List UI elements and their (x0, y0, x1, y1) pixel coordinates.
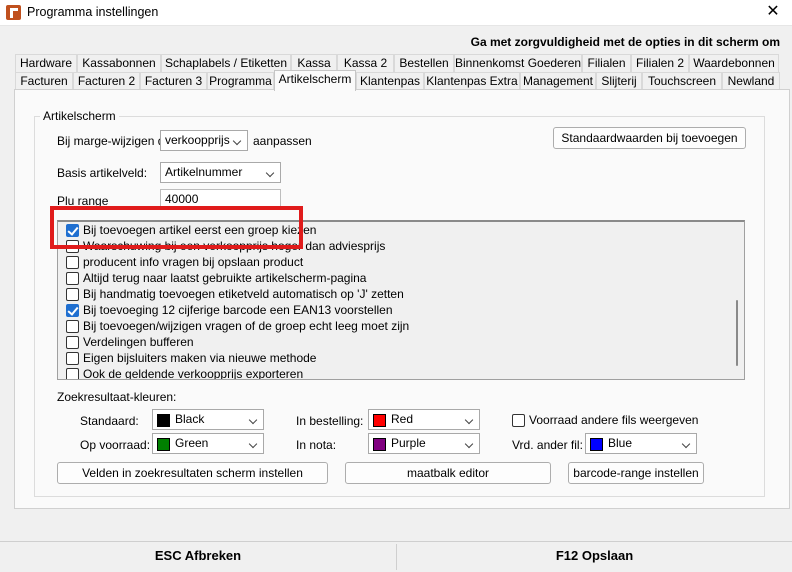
tab-filialen-2[interactable]: Filialen 2 (631, 54, 689, 72)
maatbalk-button[interactable]: maatbalk editor (345, 462, 551, 484)
tab-touchscreen[interactable]: Touchscreen (642, 72, 722, 90)
standaard-color-select[interactable]: Black (152, 409, 264, 430)
checkbox[interactable] (66, 320, 79, 333)
checkbox-checked[interactable] (66, 304, 79, 317)
tab-kassabonnen[interactable]: Kassabonnen (77, 54, 161, 72)
app-icon (6, 5, 21, 20)
nota-color-select[interactable]: Purple (368, 433, 480, 454)
title-bar: Programma instellingen ✕ (0, 0, 792, 26)
tab-facturen-2[interactable]: Facturen 2 (73, 72, 140, 90)
checkbox[interactable] (512, 414, 525, 427)
marge-select[interactable]: verkoopprijs (160, 130, 248, 151)
checkbox[interactable] (66, 352, 79, 365)
color-swatch (373, 414, 386, 427)
standaard-label: Standaard: (80, 414, 139, 428)
warning-hint: Ga met zorgvuldigheid met de opties in d… (470, 35, 780, 49)
option-item[interactable]: producent info vragen bij opslaan produc… (66, 255, 726, 271)
tab-klantenpas-extra[interactable]: Klantenpas Extra (424, 72, 520, 90)
chevron-down-icon (234, 138, 242, 143)
voorraad-color-select[interactable]: Green (152, 433, 264, 454)
tab-newland[interactable]: Newland (722, 72, 780, 90)
option-item[interactable]: Ook de geldende verkoopprijs exporteren (66, 367, 726, 379)
footer-bar: ESC Afbreken F12 Opslaan (0, 541, 792, 572)
option-item[interactable]: Bij toevoegen/wijzigen vragen of de groe… (66, 319, 726, 335)
nota-label: In nota: (296, 438, 337, 452)
tab-hardware[interactable]: Hardware (15, 54, 77, 72)
group-title: Artikelscherm (40, 109, 119, 123)
marge-label: Bij marge-wijzigen de (57, 134, 172, 148)
option-item[interactable]: Eigen bijsluiters maken via nieuwe metho… (66, 351, 726, 367)
tab-programma[interactable]: Programma (207, 72, 274, 90)
tab-schaplabels[interactable]: Schaplabels / Etiketten (161, 54, 291, 72)
tab-management[interactable]: Management (520, 72, 596, 90)
esc-cancel-button[interactable]: ESC Afbreken (0, 542, 396, 572)
marge-select-value: verkoopprijs (165, 133, 230, 147)
tab-artikelscherm[interactable]: Artikelscherm (274, 70, 356, 91)
window-title: Programma instellingen (27, 5, 159, 19)
color-swatch (373, 438, 386, 451)
barcode-range-button[interactable]: barcode-range instellen (568, 462, 704, 484)
tab-waardebonnen[interactable]: Waardebonnen (689, 54, 779, 72)
andere-fils-option[interactable]: Voorraad andere fils weergeven (512, 413, 712, 429)
defaults-button[interactable]: Standaardwaarden bij toevoegen (553, 127, 746, 149)
checkbox[interactable] (66, 336, 79, 349)
vrd-color-select[interactable]: Blue (585, 433, 697, 454)
basis-select[interactable]: Artikelnummer (160, 162, 281, 183)
chevron-down-icon (466, 441, 474, 446)
tab-binnenkomst-goederen[interactable]: Binnenkomst Goederen (454, 54, 582, 72)
velden-button[interactable]: Velden in zoekresultaten scherm instelle… (57, 462, 328, 484)
color-swatch (590, 438, 603, 451)
tab-slijterij[interactable]: Slijterij (596, 72, 642, 90)
option-item[interactable]: Bij toevoeging 12 cijferige barcode een … (66, 303, 726, 319)
vrd-label: Vrd. ander fil: (512, 438, 583, 452)
checkbox[interactable] (66, 288, 79, 301)
checkbox[interactable] (66, 272, 79, 285)
option-item[interactable]: Verdelingen bufferen (66, 335, 726, 351)
tab-klantenpas[interactable]: Klantenpas (356, 72, 424, 90)
option-item[interactable]: Altijd terug naar laatst gebruikte artik… (66, 271, 726, 287)
color-swatch (157, 438, 170, 451)
tab-bestellen[interactable]: Bestellen (394, 54, 454, 72)
basis-select-value: Artikelnummer (165, 165, 243, 179)
chevron-down-icon (466, 417, 474, 422)
voorraad-label: Op voorraad: (80, 438, 151, 452)
checkbox[interactable] (66, 256, 79, 269)
color-swatch (157, 414, 170, 427)
f12-save-button[interactable]: F12 Opslaan (397, 542, 792, 572)
close-icon[interactable]: ✕ (762, 2, 784, 22)
chevron-down-icon (683, 441, 691, 446)
tab-facturen-3[interactable]: Facturen 3 (140, 72, 207, 90)
chevron-down-icon (267, 170, 275, 175)
chevron-down-icon (250, 441, 258, 446)
highlight-box (50, 206, 303, 249)
bestelling-color-select[interactable]: Red (368, 409, 480, 430)
chevron-down-icon (250, 417, 258, 422)
option-item[interactable]: Bij handmatig toevoegen etiketveld autom… (66, 287, 726, 303)
colors-title: Zoekresultaat-kleuren: (57, 390, 177, 404)
scrollbar-thumb[interactable] (736, 300, 738, 366)
marge-suffix: aanpassen (253, 134, 312, 148)
tab-facturen[interactable]: Facturen (15, 72, 73, 90)
basis-label: Basis artikelveld: (57, 166, 148, 180)
checkbox[interactable] (66, 368, 79, 379)
bestelling-label: In bestelling: (296, 414, 364, 428)
tab-filialen[interactable]: Filialen (582, 54, 631, 72)
